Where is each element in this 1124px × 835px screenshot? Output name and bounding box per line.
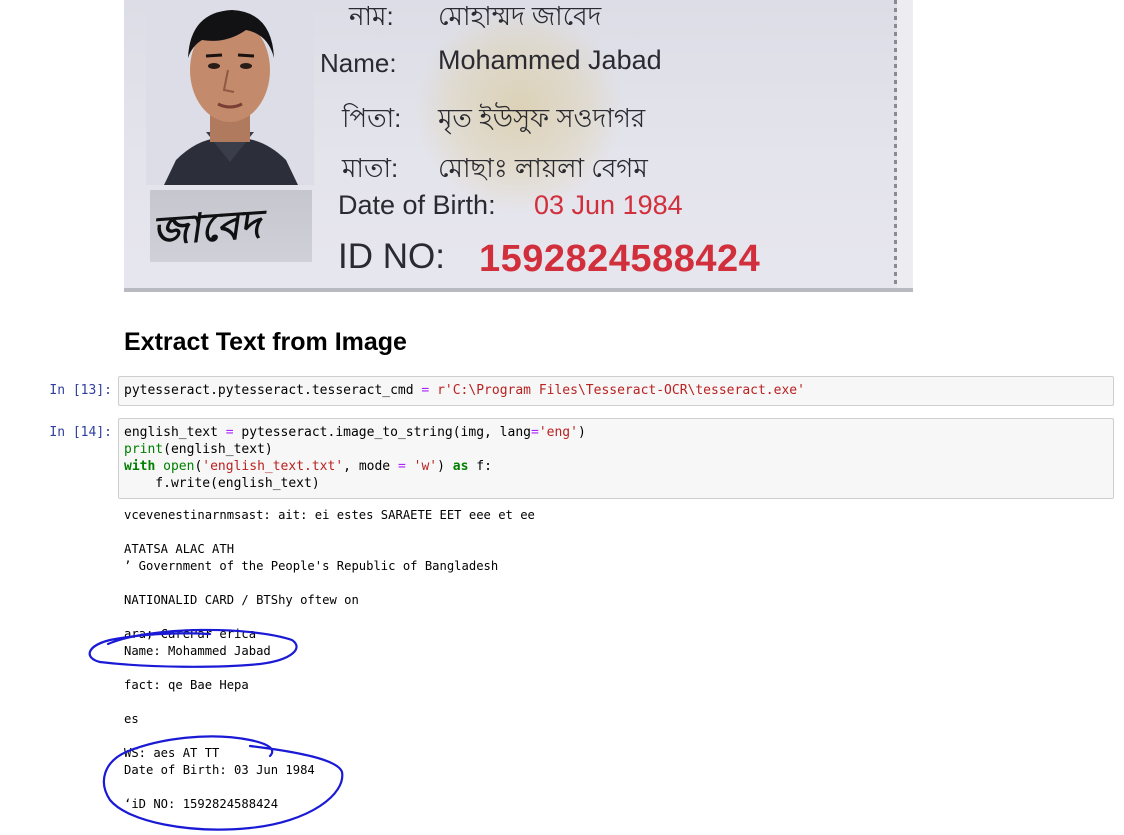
code-cell-14[interactable]: english_text = pytesseract.image_to_stri… xyxy=(118,418,1114,499)
code-cell-13[interactable]: pytesseract.pytesseract.tesseract_cmd = … xyxy=(118,376,1114,406)
output-line: NATIONALID CARD / BTShy oftew on xyxy=(124,593,359,607)
bn-name-label: নাম: xyxy=(349,1,394,31)
output-line: es xyxy=(124,712,139,726)
code-line: english_text = pytesseract.image_to_stri… xyxy=(124,425,586,440)
cell-output-14: vcevenestinarnmsast: ait: ei estes SARAE… xyxy=(124,507,535,813)
output-line: ’ Government of the People's Republic of… xyxy=(124,559,499,573)
output-line: Name: Mohammed Jabad xyxy=(124,644,271,658)
output-line: ATATSA ALAC ATH xyxy=(124,542,235,556)
code-line: pytesseract.pytesseract.tesseract_cmd = … xyxy=(124,383,805,398)
output-line: vcevenestinarnmsast: ait: ei estes SARAE… xyxy=(124,508,535,522)
id-card-image: জাবেদ নাম: মোহাম্মদ জাবেদ Name: Mohammed… xyxy=(124,0,913,292)
card-bottom-edge xyxy=(124,288,913,292)
card-margin xyxy=(897,0,913,292)
portrait-photo xyxy=(146,0,314,185)
name-value: Mohammed Jabad xyxy=(438,45,662,75)
bn-mother-label: মাতা: xyxy=(342,153,399,183)
output-line: WS: aes AT TT xyxy=(124,746,220,760)
output-line: ara; CarePar erica xyxy=(124,627,257,641)
name-label: Name: xyxy=(320,48,397,78)
output-line: Date of Birth: 03 Jun 1984 xyxy=(124,763,315,777)
dob-label: Date of Birth: xyxy=(338,190,496,220)
bn-name-value: মোহাম্মদ জাবেদ xyxy=(438,1,602,31)
cell-prompt-13: In [13]: xyxy=(49,383,112,398)
signature-text: জাবেদ xyxy=(152,200,268,255)
id-label: ID NO: xyxy=(338,237,445,276)
code-line: with open('english_text.txt', mode = 'w'… xyxy=(124,459,492,474)
section-heading: Extract Text from Image xyxy=(124,328,407,356)
bn-father-label: পিতা: xyxy=(342,103,402,133)
bn-mother-value: মোছাঃ লায়লা বেগম xyxy=(438,153,648,183)
bn-father-value: মৃত ইউসুফ সওদাগর xyxy=(438,103,646,133)
output-line: fact: qe Bae Hepa xyxy=(124,678,249,692)
signature: জাবেদ xyxy=(150,190,312,262)
dob-value: 03 Jun 1984 xyxy=(534,190,683,220)
code-line: f.write(english_text) xyxy=(124,476,320,491)
cell-prompt-14: In [14]: xyxy=(49,425,112,440)
id-value: 1592824588424 xyxy=(479,238,761,280)
card-dashed-border xyxy=(894,0,897,292)
code-line: print(english_text) xyxy=(124,442,273,457)
output-line: ‘iD NO: 1592824588424 xyxy=(124,797,279,811)
